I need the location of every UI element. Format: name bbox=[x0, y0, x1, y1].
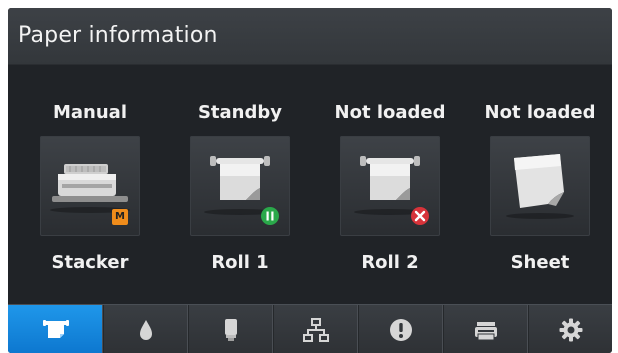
nav-paper[interactable] bbox=[8, 305, 104, 353]
nav-settings[interactable] bbox=[529, 305, 612, 353]
ink-drop-icon bbox=[140, 319, 152, 340]
manual-badge-icon: M bbox=[112, 209, 128, 225]
page-title: Paper information bbox=[18, 23, 218, 48]
tray-status: Not loaded bbox=[334, 102, 446, 123]
nav-network[interactable] bbox=[274, 305, 359, 353]
tray-sheet[interactable]: Not loaded Sheet bbox=[480, 92, 600, 292]
network-icon bbox=[303, 317, 329, 342]
alert-icon bbox=[390, 318, 412, 341]
tray-status: Manual bbox=[52, 102, 127, 123]
tray-name: Roll 1 bbox=[211, 252, 269, 273]
tray-tile-roll-2[interactable] bbox=[340, 136, 440, 236]
tray-status: Not loaded bbox=[484, 102, 596, 123]
sheet-paper-icon bbox=[506, 154, 574, 219]
paper-icon bbox=[42, 319, 69, 338]
header-bar: Paper information bbox=[8, 8, 612, 65]
nav-alerts[interactable] bbox=[359, 305, 444, 353]
tray-name: Sheet bbox=[510, 252, 570, 273]
printhead-icon bbox=[225, 318, 237, 341]
tray-tile-sheet[interactable] bbox=[490, 136, 590, 236]
tray-name: Roll 2 bbox=[361, 252, 419, 273]
tray-stacker[interactable]: Manual M Stacker bbox=[30, 92, 150, 292]
tray-roll-1[interactable]: Standby Roll 1 bbox=[180, 92, 300, 292]
pause-status-icon bbox=[261, 207, 279, 225]
bottom-nav-bar bbox=[8, 304, 612, 353]
tray-name: Stacker bbox=[51, 252, 129, 273]
printer-screen: Paper information Manual M Stacker Stand… bbox=[8, 8, 612, 353]
tray-tile-roll-1[interactable] bbox=[190, 136, 290, 236]
error-status-icon bbox=[411, 207, 429, 225]
nav-ink[interactable] bbox=[104, 305, 189, 353]
tray-status: Standby bbox=[197, 102, 283, 123]
tray-tile-stacker[interactable]: M bbox=[40, 136, 140, 236]
tray-roll-2[interactable]: Not loaded Roll 2 bbox=[330, 92, 450, 292]
nav-printer[interactable] bbox=[444, 305, 529, 353]
nav-printheads[interactable] bbox=[189, 305, 274, 353]
settings-gear-icon bbox=[559, 318, 582, 341]
printer-icon bbox=[475, 321, 497, 340]
